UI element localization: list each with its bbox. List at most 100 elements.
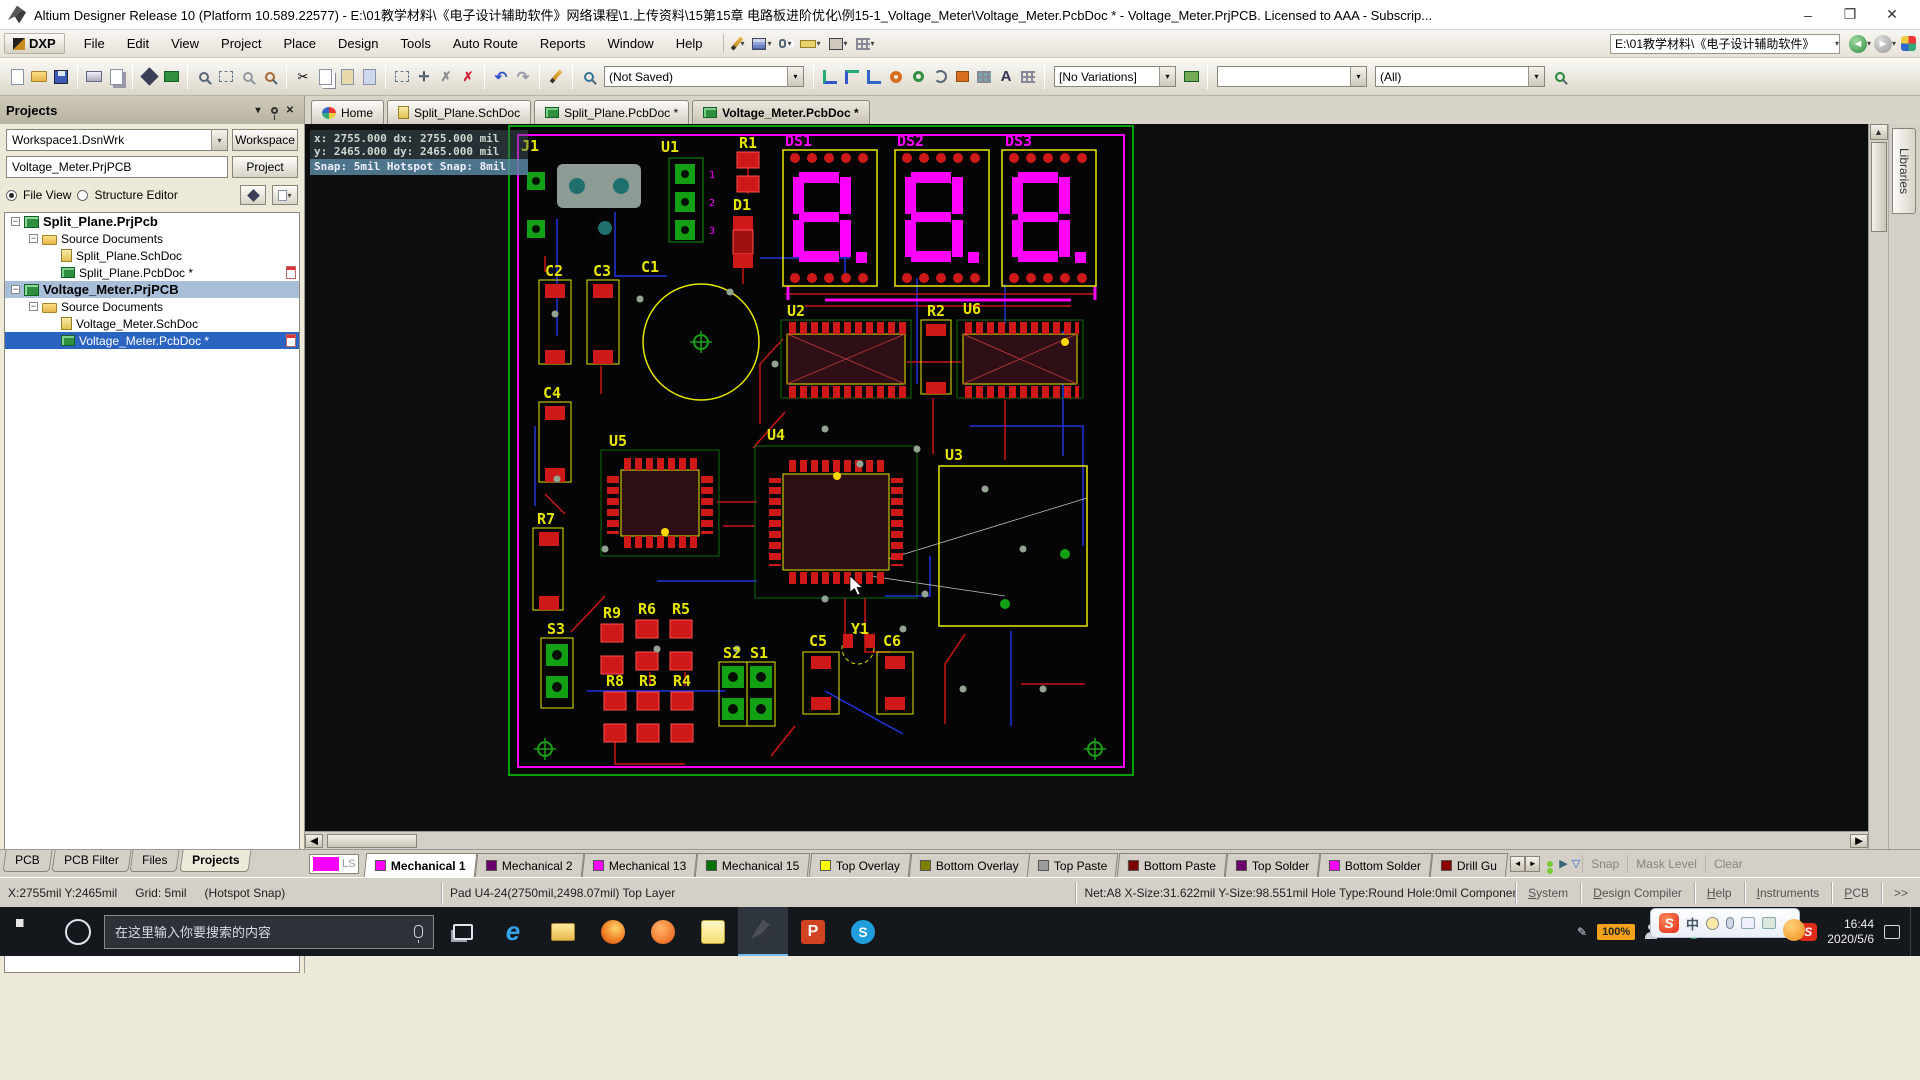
scroll-up-button[interactable]: ▲ (1870, 124, 1888, 140)
panel-tab-files[interactable]: Files (130, 850, 180, 872)
zoom-area-button[interactable] (193, 66, 215, 88)
ruler-tool-button[interactable]: ▾ (797, 37, 824, 50)
sogou-toolbox-icon[interactable] (1762, 917, 1776, 929)
apply-filter-button[interactable] (1549, 66, 1571, 88)
clear-filter-button[interactable]: ✗ (457, 66, 479, 88)
panel-tab-projects[interactable]: Projects (179, 850, 251, 872)
zoom-rect-button[interactable] (215, 66, 237, 88)
dxp-menu[interactable]: DXP (4, 33, 65, 54)
menu-help[interactable]: Help (665, 32, 714, 55)
place-via-button[interactable] (907, 66, 929, 88)
component-D1[interactable] (733, 216, 753, 268)
skype-button[interactable]: S (838, 907, 888, 956)
menu-file[interactable]: File (73, 32, 116, 55)
paste-array-button[interactable] (358, 66, 380, 88)
scroll-right-button[interactable]: ► (1850, 834, 1868, 848)
forward-button[interactable]: ► (1874, 35, 1892, 53)
browser2-button[interactable] (638, 907, 688, 956)
component-U6[interactable] (957, 320, 1083, 398)
layer-tab-top-solder[interactable]: Top Solder (1225, 853, 1321, 877)
zoom-points-button[interactable] (259, 66, 281, 88)
close-button[interactable]: ✕ (1872, 2, 1912, 28)
powerpoint-button[interactable]: P (788, 907, 838, 956)
menu-design[interactable]: Design (327, 32, 389, 55)
sogou-lang-toggle[interactable]: 中 (1686, 914, 1699, 933)
sogou-keyboard-icon[interactable] (1741, 917, 1755, 929)
taskbar-clock[interactable]: 16:44 2020/5/6 (1827, 917, 1874, 947)
fit-document-button[interactable] (138, 66, 160, 88)
layer-pair-icon[interactable] (1547, 861, 1553, 867)
find-similar-button[interactable] (578, 66, 600, 88)
undo-button[interactable]: ↶ (490, 66, 512, 88)
find-tool-button[interactable]: ▾ (776, 37, 794, 50)
layer-tab-bottom-paste[interactable]: Bottom Paste (1117, 853, 1228, 877)
pen-icon[interactable]: ✎ (1577, 925, 1587, 939)
menu-place[interactable]: Place (273, 32, 328, 55)
board-view-button[interactable] (160, 66, 182, 88)
paste-button[interactable] (336, 66, 358, 88)
restore-button[interactable]: ❐ (1830, 2, 1870, 28)
layer-tab-mechanical-13[interactable]: Mechanical 13 (582, 853, 698, 877)
menu-window[interactable]: Window (596, 32, 664, 55)
home-pinwheel-icon[interactable] (1901, 36, 1916, 51)
vertical-scroll-thumb[interactable] (1871, 142, 1887, 232)
show-desktop-strip[interactable] (1910, 907, 1916, 956)
microphone-icon[interactable] (414, 925, 423, 938)
doc-tab-voltage-meter-pcbdoc[interactable]: Voltage_Meter.PcbDoc * (692, 100, 870, 124)
status-button-pcb[interactable]: PCB (1831, 882, 1881, 904)
task-view-button[interactable] (438, 907, 488, 956)
doc-tab-split-plane-schdoc[interactable]: Split_Plane.SchDoc (387, 100, 531, 124)
menu-tools[interactable]: Tools (390, 32, 442, 55)
favorites-path-combo[interactable]: E:\01教学材料\《电子设计辅助软件》▾ (1610, 34, 1840, 54)
open-button[interactable] (28, 66, 50, 88)
panel-menu-button[interactable]: ▾ (250, 102, 266, 118)
move-button[interactable]: ✛ (413, 66, 435, 88)
edge-button[interactable]: e (488, 907, 538, 956)
layer-tab-bottom-solder[interactable]: Bottom Solder (1318, 853, 1433, 877)
filter-combo[interactable]: ▾ (1217, 66, 1367, 87)
sogou-emoji-icon[interactable] (1706, 917, 1719, 930)
layer-set-box[interactable]: LS (309, 854, 359, 874)
layers-tool-button[interactable]: ▾ (749, 36, 774, 52)
sogou-input-bar[interactable]: S 中 (1650, 908, 1800, 938)
pencil-button[interactable] (545, 66, 567, 88)
layer-scroll-right-button[interactable]: ► (1525, 856, 1540, 872)
layer-button-mask-level[interactable]: Mask Level (1627, 855, 1705, 873)
firefox-button[interactable] (588, 907, 638, 956)
panel-tab-pcb-filter[interactable]: PCB Filter (51, 850, 131, 872)
route-diff-button[interactable] (863, 66, 885, 88)
scroll-left-button[interactable]: ◄ (305, 834, 323, 848)
panel-close-button[interactable]: ✕ (282, 102, 298, 118)
notes-button[interactable] (688, 907, 738, 956)
layer-tab-mechanical-2[interactable]: Mechanical 2 (475, 853, 584, 877)
place-array-button[interactable] (973, 66, 995, 88)
scope-combo[interactable]: (All)▾ (1375, 66, 1545, 87)
layer-button-snap[interactable]: Snap (1582, 855, 1627, 873)
back-button[interactable]: ◄ (1849, 35, 1867, 53)
layer-tab-top-overlay[interactable]: Top Overlay (808, 853, 911, 877)
doc-tab-home[interactable]: Home (311, 100, 384, 124)
altium-taskbar-button[interactable] (738, 907, 788, 956)
layer-next-icon[interactable]: ▶ (1559, 857, 1567, 870)
layer-scroll-left-button[interactable]: ◄ (1510, 856, 1525, 872)
status-button-instruments[interactable]: Instruments (1744, 882, 1832, 904)
select-area-button[interactable] (391, 66, 413, 88)
menu-auto-route[interactable]: Auto Route (442, 32, 529, 55)
layer-tab-top-paste[interactable]: Top Paste (1027, 853, 1119, 877)
menu-edit[interactable]: Edit (116, 32, 160, 55)
cortana-button[interactable] (56, 907, 100, 956)
file-explorer-button[interactable] (538, 907, 588, 956)
panel-pin-button[interactable] (266, 102, 282, 118)
redo-button[interactable]: ↷ (512, 66, 534, 88)
layer-button-clear[interactable]: Clear (1705, 855, 1751, 873)
cut-button[interactable]: ✂ (292, 66, 314, 88)
layer-tab-bottom-overlay[interactable]: Bottom Overlay (908, 853, 1029, 877)
sogou-mic-icon[interactable] (1726, 917, 1734, 929)
zoom-selection-button[interactable] (237, 66, 259, 88)
deselect-button[interactable]: ✗ (435, 66, 457, 88)
menu-project[interactable]: Project (210, 32, 272, 55)
grid-tool-button[interactable]: ▾ (853, 36, 878, 52)
minimize-button[interactable]: – (1788, 2, 1828, 28)
copy-button[interactable] (314, 66, 336, 88)
place-string-button[interactable]: A (995, 66, 1017, 88)
